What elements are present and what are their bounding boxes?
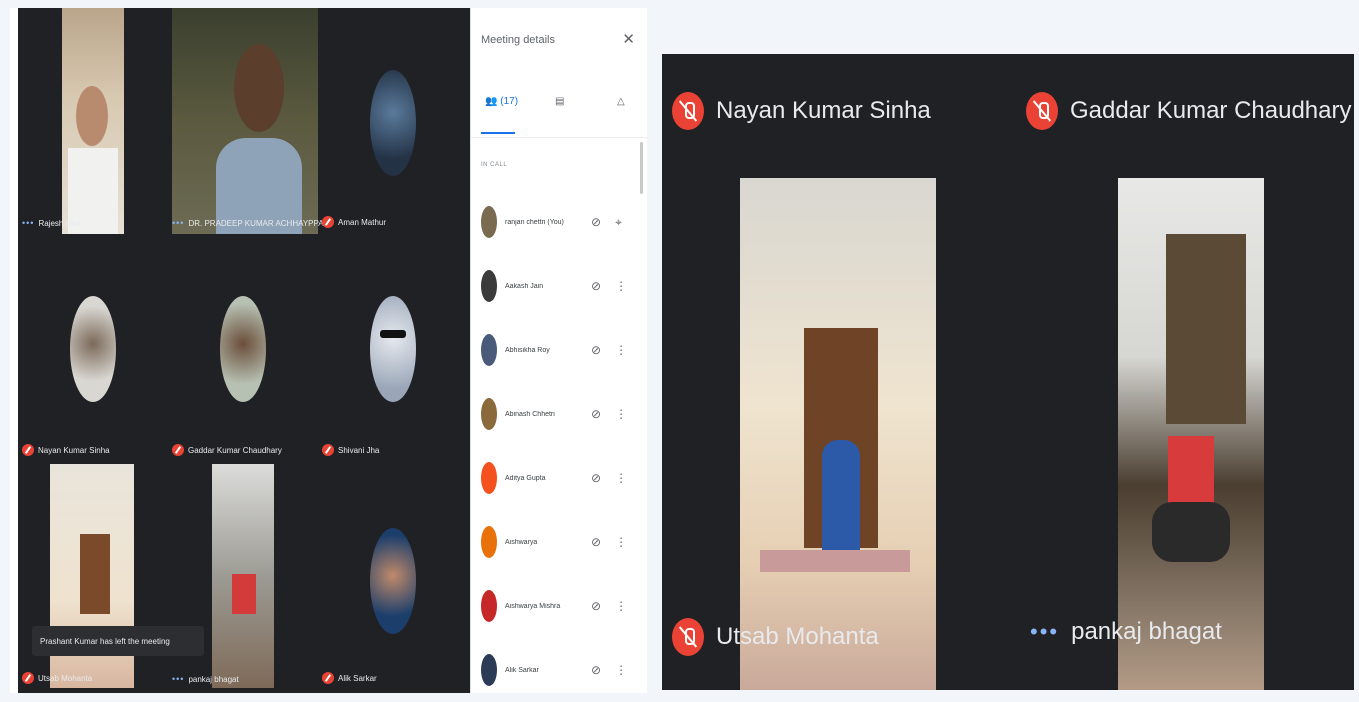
avatar bbox=[370, 528, 416, 634]
avatar bbox=[481, 654, 497, 686]
list-item[interactable]: Alik Sarkar ⊘ ⋮ bbox=[471, 650, 639, 690]
participant-label: ••• DR. PRADEEP KUMAR ACHHAYPPA bbox=[172, 218, 324, 228]
avatar bbox=[370, 296, 416, 402]
tab-activities[interactable]: △ bbox=[617, 96, 625, 107]
meet-window-right: Nayan Kumar Sinha Gaddar Kumar Chaudhary… bbox=[662, 54, 1354, 690]
avatar bbox=[370, 70, 416, 176]
list-item[interactable]: ranjan chettri (You) ⊘ ⌖ bbox=[471, 202, 639, 242]
people-icon: 👥 bbox=[485, 96, 498, 107]
participant-grid: ••• Rajesh Dixit ••• DR. PRADEEP KUMAR A… bbox=[18, 8, 470, 693]
panel-scrollbar[interactable] bbox=[640, 142, 643, 194]
avatar bbox=[481, 398, 497, 430]
participant-video[interactable] bbox=[740, 178, 936, 690]
participant-tile[interactable]: Aman Mathur bbox=[318, 8, 468, 236]
participant-label: Utsab Mohanta bbox=[22, 672, 92, 684]
more-options-icon[interactable]: ⋮ bbox=[615, 471, 627, 485]
avatar bbox=[481, 462, 497, 494]
participant-label: Gaddar Kumar Chaudhary bbox=[172, 444, 282, 456]
mic-off-icon: ⊘ bbox=[591, 535, 602, 549]
more-options-icon[interactable]: ⋮ bbox=[615, 279, 627, 293]
participant-label: Aman Mathur bbox=[322, 216, 386, 228]
avatar bbox=[481, 334, 497, 366]
participant-label: ••• Rajesh Dixit bbox=[22, 218, 82, 228]
activities-icon: △ bbox=[617, 96, 625, 107]
avatar bbox=[220, 296, 266, 402]
list-item[interactable]: Abinash Chhetri ⊘ ⋮ bbox=[471, 394, 639, 434]
participant-label: Nayan Kumar Sinha bbox=[22, 444, 110, 456]
participant-label: Utsab Mohanta bbox=[672, 618, 879, 656]
participant-video bbox=[212, 464, 274, 688]
mic-off-icon: ⊘ bbox=[591, 599, 602, 613]
tab-people[interactable]: 👥 (17) bbox=[485, 96, 518, 107]
participant-tile[interactable]: Alik Sarkar bbox=[318, 464, 468, 692]
screenshot-collage: ••• Rajesh Dixit ••• DR. PRADEEP KUMAR A… bbox=[0, 0, 1359, 702]
mic-off-icon bbox=[672, 618, 704, 656]
mic-off-icon: ⊘ bbox=[591, 407, 602, 421]
meet-window-left: ••• Rajesh Dixit ••• DR. PRADEEP KUMAR A… bbox=[10, 8, 648, 693]
participant-label: ••• pankaj bhagat bbox=[1030, 618, 1222, 645]
pin-icon[interactable]: ⌖ bbox=[615, 215, 622, 230]
more-options-icon[interactable]: ⋮ bbox=[615, 343, 627, 357]
participant-label: Nayan Kumar Sinha bbox=[672, 92, 931, 130]
mic-off-icon bbox=[672, 92, 704, 130]
panel-title: Meeting details bbox=[481, 34, 555, 46]
participant-video bbox=[62, 8, 124, 234]
mic-off-icon bbox=[322, 216, 334, 228]
participant-tile[interactable]: Nayan Kumar Sinha bbox=[18, 236, 168, 464]
avatar bbox=[481, 270, 497, 302]
mic-off-icon: ⊘ bbox=[591, 215, 602, 229]
notification-toast: Prashant Kumar has left the meeting bbox=[32, 626, 204, 656]
participant-video bbox=[172, 8, 318, 234]
speaking-indicator-icon: ••• bbox=[22, 218, 35, 228]
section-label: IN CALL bbox=[481, 162, 508, 168]
tab-chat[interactable]: ▤ bbox=[555, 96, 564, 107]
chat-icon: ▤ bbox=[555, 96, 565, 107]
active-tab-indicator bbox=[481, 132, 515, 134]
participant-tile[interactable]: ••• DR. PRADEEP KUMAR ACHHAYPPA bbox=[168, 8, 324, 236]
participant-tile[interactable]: ••• pankaj bhagat bbox=[168, 464, 318, 692]
avatar bbox=[70, 296, 116, 402]
avatar bbox=[481, 590, 497, 622]
more-options-icon[interactable]: ⋮ bbox=[615, 407, 627, 421]
mic-off-icon bbox=[322, 672, 334, 684]
mic-off-icon: ⊘ bbox=[591, 663, 602, 677]
mic-off-icon: ⊘ bbox=[591, 279, 602, 293]
avatar bbox=[481, 206, 497, 238]
meeting-details-panel: Meeting details ✕ 👥 (17) ▤ △ IN CALL ran… bbox=[470, 8, 648, 693]
list-item[interactable]: Abhisikha Roy ⊘ ⋮ bbox=[471, 330, 639, 370]
participant-tile[interactable]: Shivani Jha bbox=[318, 236, 468, 464]
participant-label: Shivani Jha bbox=[322, 444, 379, 456]
mic-off-icon: ⊘ bbox=[591, 343, 602, 357]
participant-label: ••• pankaj bhagat bbox=[172, 674, 239, 684]
participant-tile[interactable]: Gaddar Kumar Chaudhary bbox=[168, 236, 318, 464]
speaking-indicator-icon: ••• bbox=[172, 218, 185, 228]
list-item[interactable]: Aakash Jain ⊘ ⋮ bbox=[471, 266, 639, 306]
mic-off-icon bbox=[322, 444, 334, 456]
mic-off-icon: ⊘ bbox=[591, 471, 602, 485]
speaking-indicator-icon: ••• bbox=[172, 674, 185, 684]
participant-video[interactable] bbox=[1118, 178, 1264, 690]
participant-tile[interactable]: Utsab Mohanta bbox=[18, 464, 168, 692]
more-options-icon[interactable]: ⋮ bbox=[615, 599, 627, 613]
participant-label: Gaddar Kumar Chaudhary bbox=[1026, 92, 1351, 130]
avatar bbox=[481, 526, 497, 558]
more-options-icon[interactable]: ⋮ bbox=[615, 663, 627, 677]
speaking-indicator-icon: ••• bbox=[1030, 619, 1060, 644]
mic-off-icon bbox=[1026, 92, 1058, 130]
more-options-icon[interactable]: ⋮ bbox=[615, 535, 627, 549]
close-icon[interactable]: ✕ bbox=[622, 30, 635, 48]
participant-tile[interactable]: ••• Rajesh Dixit bbox=[18, 8, 168, 236]
participant-label: Alik Sarkar bbox=[322, 672, 377, 684]
list-item[interactable]: Aishwarya ⊘ ⋮ bbox=[471, 522, 639, 562]
mic-off-icon bbox=[22, 672, 34, 684]
mic-off-icon bbox=[22, 444, 34, 456]
list-item[interactable]: Aditya Gupta ⊘ ⋮ bbox=[471, 458, 639, 498]
panel-tabs: 👥 (17) ▤ △ bbox=[471, 88, 648, 138]
mic-off-icon bbox=[172, 444, 184, 456]
list-item[interactable]: Aishwarya Mishra ⊘ ⋮ bbox=[471, 586, 639, 626]
